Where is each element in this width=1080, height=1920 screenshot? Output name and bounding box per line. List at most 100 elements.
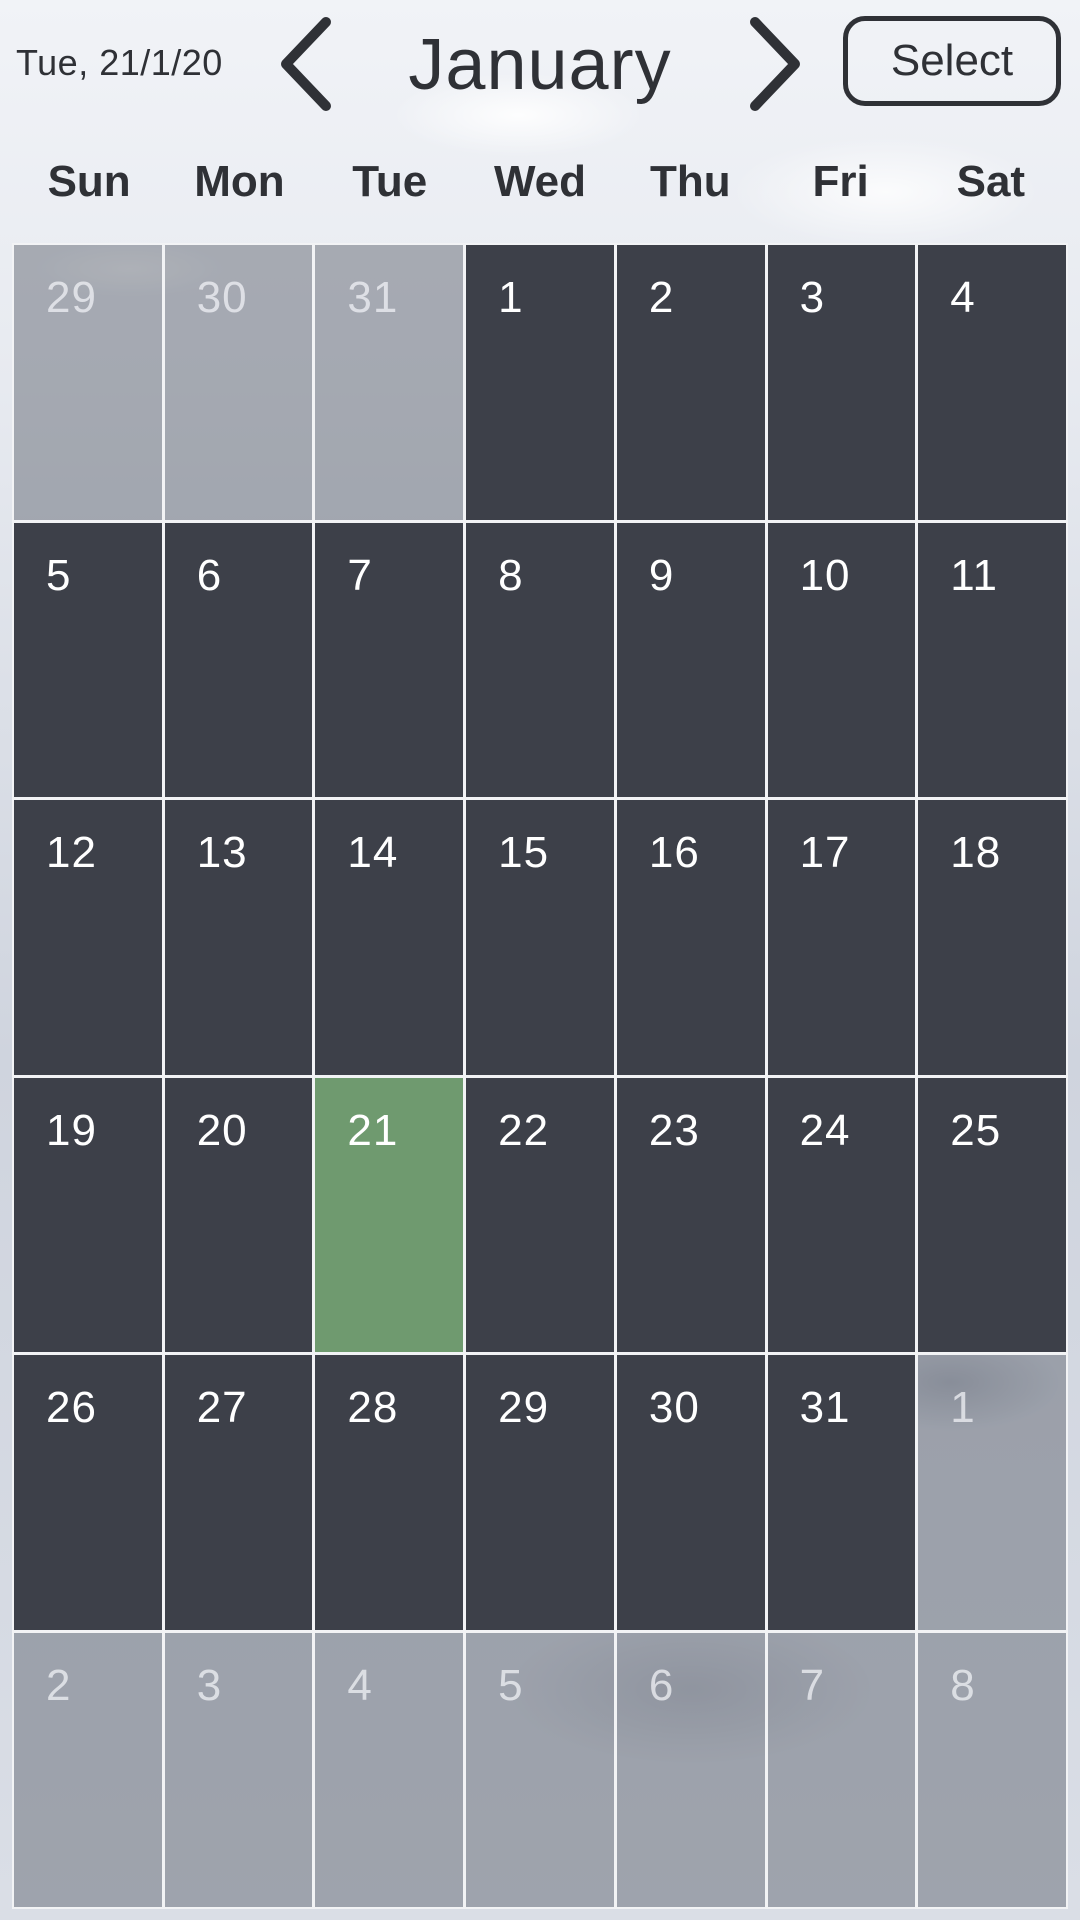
weekday-fri: Fri [812, 157, 869, 206]
day-cell-other-month[interactable]: 2 [12, 1630, 164, 1909]
selected-date-label: Tue, 21/1/20 [16, 42, 223, 83]
day-cell-other-month[interactable]: 8 [916, 1630, 1068, 1909]
day-cell-other-month[interactable]: 29 [12, 243, 164, 522]
day-number: 10 [799, 550, 851, 600]
day-number: 2 [648, 273, 675, 322]
day-cell[interactable]: 11 [916, 520, 1068, 799]
day-cell[interactable]: 6 [162, 520, 315, 799]
day-cell[interactable]: 19 [12, 1075, 164, 1354]
day-cell-other-month[interactable]: 4 [313, 1630, 466, 1909]
day-number: 20 [196, 1105, 248, 1155]
day-cell[interactable]: 18 [916, 798, 1068, 1077]
day-cell[interactable]: 4 [916, 243, 1068, 522]
day-number: 25 [950, 1105, 1002, 1155]
day-cell[interactable]: 30 [614, 1353, 767, 1632]
day-number: 16 [648, 828, 700, 877]
day-number: 12 [46, 828, 97, 877]
weekday-header-row: Sun Mon Tue Wed Thu Fri Sat [14, 150, 1066, 214]
day-cell[interactable]: 25 [916, 1075, 1068, 1354]
day-number: 22 [498, 1105, 550, 1155]
day-number: 28 [347, 1383, 399, 1432]
day-cell[interactable]: 29 [464, 1353, 616, 1632]
day-number: 4 [950, 273, 976, 322]
day-cell-other-month[interactable]: 30 [162, 243, 315, 522]
day-cell[interactable]: 27 [162, 1353, 315, 1632]
day-number: 3 [196, 1660, 223, 1710]
weekday-tue: Tue [352, 157, 428, 206]
day-cell[interactable]: 31 [765, 1353, 918, 1632]
day-number: 31 [347, 273, 399, 322]
day-number: 13 [196, 828, 248, 877]
day-number: 7 [799, 1660, 826, 1710]
day-number: 26 [46, 1383, 97, 1432]
day-number: 4 [347, 1660, 373, 1710]
day-cell-other-month[interactable]: 6 [614, 1630, 767, 1909]
day-cell[interactable]: 3 [765, 243, 918, 522]
day-number: 5 [498, 1660, 524, 1710]
day-cell[interactable]: 12 [12, 798, 164, 1077]
day-number: 30 [648, 1383, 700, 1432]
day-number: 21 [347, 1105, 399, 1155]
day-cell-today[interactable]: 21 [313, 1075, 466, 1354]
day-number: 8 [950, 1660, 976, 1710]
weekday-sat: Sat [956, 157, 1026, 206]
next-month-button[interactable] [733, 14, 813, 114]
day-number: 5 [46, 550, 72, 600]
day-cell[interactable]: 9 [614, 520, 767, 799]
day-number: 3 [799, 273, 826, 322]
day-number: 9 [648, 550, 675, 600]
weekday-mon: Mon [194, 157, 285, 206]
calendar-grid: 29 30 31 1 2 3 4 5 6 7 8 9 10 11 12 13 14 15 16 17 18 19 20 21 2… [12, 243, 1068, 1909]
month-title: January [408, 25, 672, 105]
day-cell[interactable]: 2 [614, 243, 767, 522]
day-number: 18 [950, 828, 1002, 877]
day-cell[interactable]: 8 [464, 520, 616, 799]
day-cell[interactable]: 14 [313, 798, 466, 1077]
day-number: 11 [950, 550, 998, 600]
day-number: 23 [648, 1105, 700, 1155]
day-cell[interactable]: 10 [765, 520, 918, 799]
day-cell[interactable]: 23 [614, 1075, 767, 1354]
day-cell-other-month[interactable]: 31 [313, 243, 466, 522]
day-number: 31 [799, 1383, 851, 1432]
day-cell[interactable]: 26 [12, 1353, 164, 1632]
weekday-sun: Sun [47, 157, 131, 206]
day-number: 2 [46, 1660, 72, 1710]
day-cell-other-month[interactable]: 5 [464, 1630, 616, 1909]
day-cell[interactable]: 13 [162, 798, 315, 1077]
day-number: 8 [498, 550, 524, 600]
day-number: 14 [347, 828, 399, 877]
day-number: 30 [196, 273, 248, 322]
day-cell[interactable]: 7 [313, 520, 466, 799]
day-number: 24 [799, 1105, 851, 1155]
weekday-thu: Thu [649, 157, 731, 206]
day-cell[interactable]: 24 [765, 1075, 918, 1354]
day-number: 6 [196, 550, 223, 600]
day-cell-other-month[interactable]: 1 [916, 1353, 1068, 1632]
day-cell[interactable]: 17 [765, 798, 918, 1077]
day-number: 7 [347, 550, 373, 600]
chevron-right-icon [750, 17, 800, 111]
day-number: 15 [498, 828, 550, 877]
day-cell-other-month[interactable]: 3 [162, 1630, 315, 1909]
day-number: 1 [498, 273, 524, 322]
day-number: 17 [799, 828, 851, 877]
day-number: 1 [950, 1383, 976, 1432]
calendar-header: Tue, 21/1/20 January Select [0, 0, 1080, 125]
previous-month-button[interactable] [268, 14, 348, 114]
day-cell[interactable]: 5 [12, 520, 164, 799]
day-number: 29 [498, 1383, 550, 1432]
day-number: 29 [46, 273, 97, 322]
day-cell[interactable]: 20 [162, 1075, 315, 1354]
day-cell[interactable]: 16 [614, 798, 767, 1077]
day-cell[interactable]: 22 [464, 1075, 616, 1354]
chevron-left-icon [281, 17, 331, 111]
day-number: 27 [196, 1383, 248, 1432]
day-cell[interactable]: 1 [464, 243, 616, 522]
day-number: 19 [46, 1105, 97, 1155]
select-button[interactable]: Select [843, 16, 1061, 106]
day-cell[interactable]: 15 [464, 798, 616, 1077]
weekday-wed: Wed [493, 157, 587, 206]
day-cell[interactable]: 28 [313, 1353, 466, 1632]
day-cell-other-month[interactable]: 7 [765, 1630, 918, 1909]
